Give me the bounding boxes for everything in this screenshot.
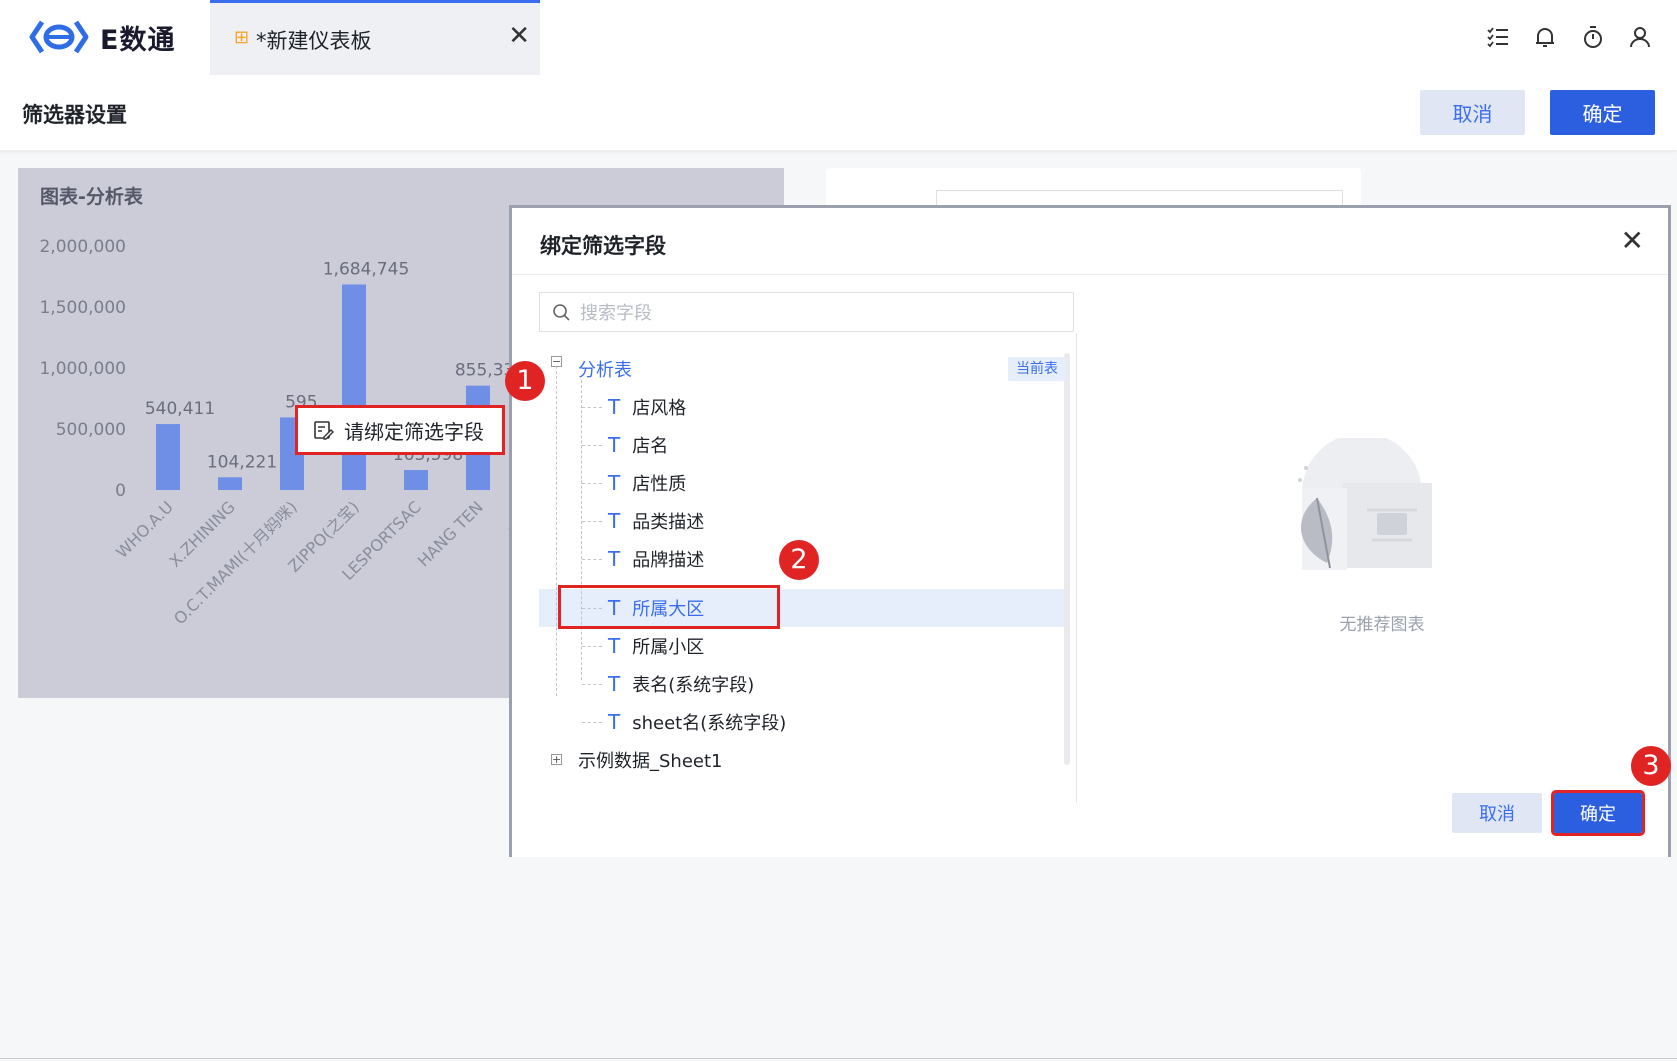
tree-field-item[interactable]: T 店性质 xyxy=(608,464,686,502)
tree-branch xyxy=(582,722,602,723)
task-list-icon[interactable] xyxy=(1485,24,1511,50)
search-icon xyxy=(553,304,570,321)
tree-branch xyxy=(582,646,602,647)
bottom-divider xyxy=(0,1058,1677,1059)
tree-root-analysis[interactable]: 分析表 xyxy=(578,350,632,388)
tab-label: *新建仪表板 xyxy=(256,29,372,53)
selection-highlight-box xyxy=(558,585,780,629)
expand-toggle[interactable]: + xyxy=(551,754,562,765)
text-type-icon: T xyxy=(608,547,621,571)
tree-branch xyxy=(582,445,602,446)
tree-field-item[interactable]: T 店名 xyxy=(608,426,668,464)
tree-branch xyxy=(582,521,602,522)
text-type-icon: T xyxy=(608,710,621,734)
bind-field-prompt-label: 请绑定筛选字段 xyxy=(344,419,484,444)
tree-field-item[interactable]: T 表名(系统字段) xyxy=(608,665,754,703)
tree-branch xyxy=(582,559,602,560)
edit-field-icon xyxy=(314,421,334,440)
close-icon[interactable]: ✕ xyxy=(1621,224,1644,257)
dialog-divider xyxy=(512,274,1668,275)
field-label: 所属小区 xyxy=(632,637,705,658)
bar xyxy=(404,470,428,490)
header-cancel-button[interactable]: 取消 xyxy=(1420,90,1525,135)
timer-icon[interactable] xyxy=(1580,24,1606,50)
text-type-icon: T xyxy=(608,395,621,419)
text-type-icon: T xyxy=(608,509,621,533)
bell-icon[interactable] xyxy=(1532,24,1558,50)
step-marker-3: 3 xyxy=(1631,746,1671,786)
field-label: 店性质 xyxy=(632,474,687,495)
app-logo[interactable]: E数通 xyxy=(28,18,175,56)
data-label: 540,411 xyxy=(145,399,215,419)
field-label: 店风格 xyxy=(632,398,687,419)
tree-root-label: 示例数据_Sheet1 xyxy=(578,751,723,772)
bind-field-prompt[interactable]: 请绑定筛选字段 xyxy=(295,405,505,455)
empty-state-text: 无推荐图表 xyxy=(1339,615,1425,635)
logo-mark-icon xyxy=(29,20,89,54)
user-icon[interactable] xyxy=(1627,24,1653,50)
tree-scrollbar[interactable] xyxy=(1064,353,1070,765)
tree-branch xyxy=(582,407,602,408)
text-type-icon: T xyxy=(608,634,621,658)
data-label: 104,221 xyxy=(207,452,277,472)
y-tick-label: 2,000,000 xyxy=(39,237,126,257)
current-table-badge: 当前表 xyxy=(1008,357,1066,381)
step-marker-2: 2 xyxy=(779,540,819,580)
dialog-title: 绑定筛选字段 xyxy=(540,234,666,258)
field-label: 品牌描述 xyxy=(632,550,705,571)
field-search[interactable] xyxy=(539,292,1074,332)
bar xyxy=(342,284,366,490)
tree-field-item[interactable]: T 品牌描述 xyxy=(608,540,704,578)
dialog-cancel-button[interactable]: 取消 xyxy=(1452,793,1542,833)
x-tick-label: O.C.T.MAMI(十月妈咪) xyxy=(170,497,301,628)
tree-field-item[interactable]: T 所属小区 xyxy=(608,627,704,665)
y-tick-label: 500,000 xyxy=(56,420,126,440)
tree-guide-line xyxy=(581,380,582,680)
close-tab-icon[interactable]: ✕ xyxy=(508,23,530,49)
top-bar: E数通 ⊞ *新建仪表板 ✕ xyxy=(0,0,1677,75)
data-label: 1,684,745 xyxy=(323,259,410,279)
tree-root-sample-data[interactable]: 示例数据_Sheet1 xyxy=(578,741,723,779)
x-tick-label: HANG TEN xyxy=(414,497,487,570)
tree-guide-line xyxy=(556,366,557,696)
empty-chart-illustration xyxy=(1298,438,1432,570)
text-type-icon: T xyxy=(608,433,621,457)
logo-text: E数通 xyxy=(100,24,176,56)
bind-field-dialog: 绑定筛选字段 ✕ − 分析表 当前表 T 店风格 T 店名 T 店性质 T 品类… xyxy=(509,205,1671,857)
step-marker-1: 1 xyxy=(505,361,545,401)
filter-settings-header: 筛选器设置 取消 确定 xyxy=(0,75,1677,150)
y-tick-label: 0 xyxy=(115,481,126,501)
y-tick-label: 1,000,000 xyxy=(39,359,126,379)
dialog-confirm-button[interactable]: 确定 xyxy=(1551,790,1645,836)
tree-branch xyxy=(582,684,602,685)
text-type-icon: T xyxy=(608,471,621,495)
page-title: 筛选器设置 xyxy=(22,103,127,127)
bar xyxy=(156,424,180,490)
collapse-toggle[interactable]: − xyxy=(551,356,562,367)
y-tick-label: 1,500,000 xyxy=(39,298,126,318)
tree-field-item[interactable]: T 品类描述 xyxy=(608,502,704,540)
dashboard-icon: ⊞ xyxy=(234,27,250,48)
tree-field-item[interactable]: T sheet名(系统字段) xyxy=(608,703,786,741)
header-confirm-button[interactable]: 确定 xyxy=(1550,90,1655,135)
field-label: 表名(系统字段) xyxy=(632,675,755,696)
field-label: 店名 xyxy=(632,436,669,457)
tree-root-label: 分析表 xyxy=(578,360,632,381)
field-label: sheet名(系统字段) xyxy=(632,713,787,734)
bar xyxy=(218,477,242,490)
field-label: 品类描述 xyxy=(632,512,705,533)
x-tick-label: WHO.A.U xyxy=(112,497,177,562)
tab-new-dashboard[interactable]: ⊞ *新建仪表板 ✕ xyxy=(210,0,540,75)
text-type-icon: T xyxy=(608,672,621,696)
tree-branch xyxy=(582,483,602,484)
search-input[interactable] xyxy=(578,299,1062,327)
tree-field-item[interactable]: T 店风格 xyxy=(608,388,686,426)
